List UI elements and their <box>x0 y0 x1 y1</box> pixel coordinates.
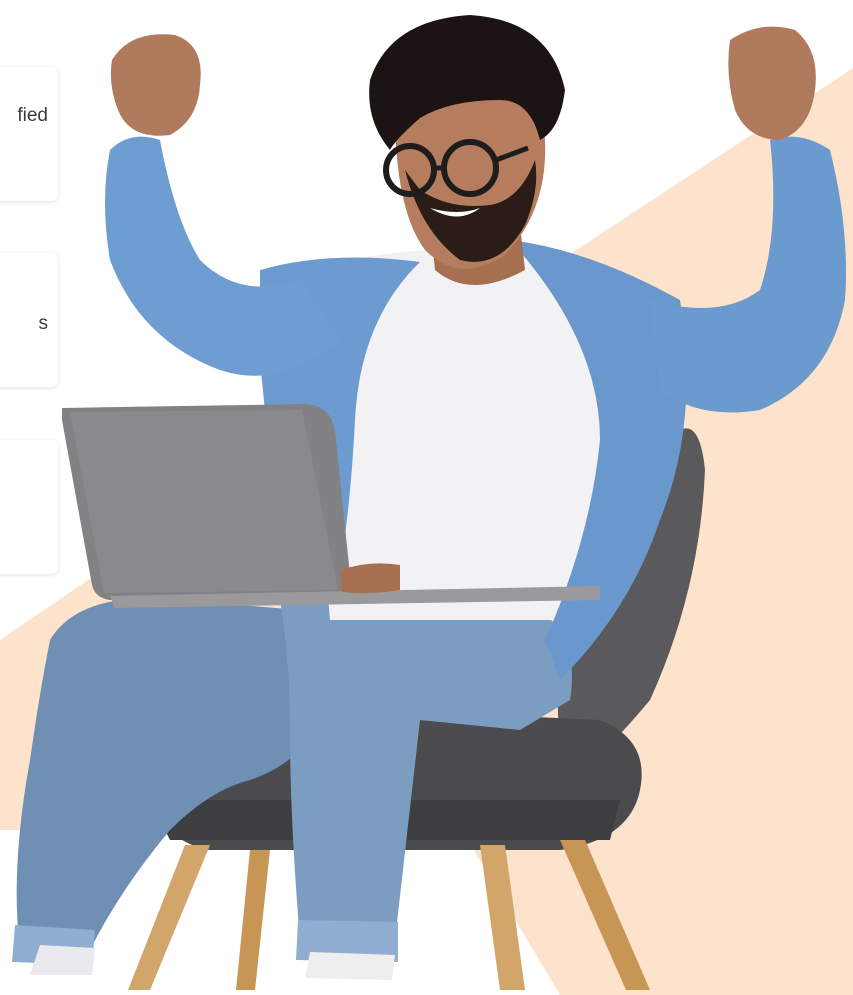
hero-person-illustration <box>12 15 846 990</box>
